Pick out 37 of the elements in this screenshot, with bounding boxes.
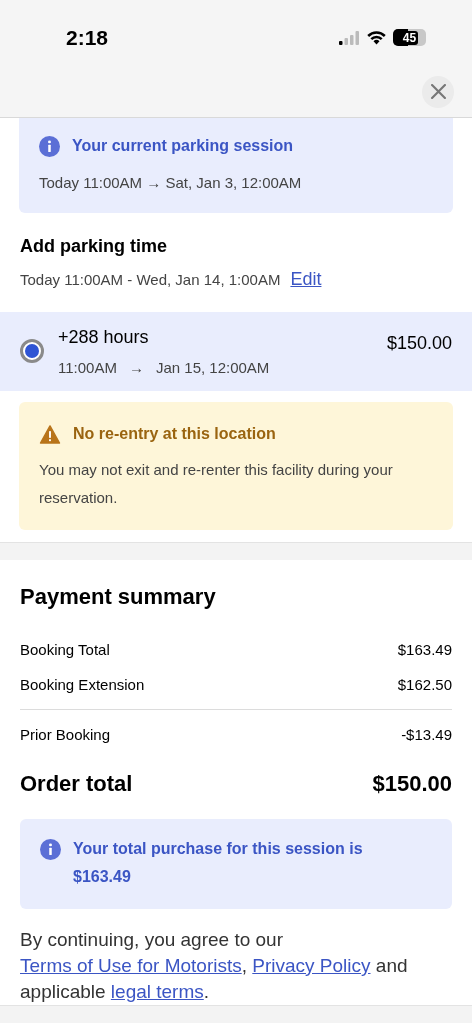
info-icon <box>40 839 61 860</box>
total-label: Order total <box>20 770 133 798</box>
wifi-icon <box>366 30 387 46</box>
arrow-glyph: → <box>128 357 144 378</box>
warning-title: No re-entry at this location <box>73 424 276 444</box>
line-amount: $162.50 <box>397 675 452 696</box>
line-amount: $163.49 <box>397 640 452 661</box>
signal-icon <box>338 30 360 45</box>
section-title: Add parking time <box>20 234 168 258</box>
warning-icon <box>39 424 61 444</box>
time-option[interactable]: +288 hours 11:00AM → Jan 15, 12:00AM $150.00 <box>0 311 472 391</box>
session-range: Today 11:00AM → Sat, Jan 3, 12:00AM <box>39 173 303 193</box>
legal-link[interactable]: Privacy Policy <box>252 955 371 976</box>
total-amount: $150.00 <box>372 770 452 798</box>
line-amount: -$13.49 <box>401 725 452 746</box>
line-label: Prior Booking <box>20 725 111 746</box>
session-title: Your current parking session <box>72 136 294 156</box>
edit-link[interactable]: Edit <box>290 265 322 293</box>
option-label: +288 hours <box>58 325 150 349</box>
radio-button[interactable] <box>20 339 44 364</box>
legal-text: By continuing, you agree to our Terms of Use for Motorists, Privacy Policy and applicable legal terms. <box>20 928 409 1004</box>
status-time: 2:18 <box>66 25 109 51</box>
close-button[interactable] <box>422 75 454 108</box>
time-range: Today 11:00AM - Wed, Jan 14, 1:00AM <box>20 269 281 290</box>
option-price: $150.00 <box>386 331 452 355</box>
notice-text: Your total purchase for this session is $163.49 <box>73 839 364 887</box>
warning-text: You may not exit and re-renter this facility during your reservation. <box>39 460 394 508</box>
option-end: Jan 15, 12:00AM <box>155 357 270 378</box>
legal-link[interactable]: legal terms <box>110 981 204 1002</box>
battery-icon: 45 <box>393 29 426 47</box>
line-label: Booking Total <box>20 640 110 661</box>
close-icon <box>430 84 446 99</box>
option-start: 11:00AM <box>58 357 117 378</box>
line-label: Booking Extension <box>20 675 145 696</box>
legal-link[interactable]: Terms of Use for Motorists <box>20 955 242 976</box>
section-title: Payment summary <box>20 583 217 611</box>
info-icon <box>39 135 60 157</box>
